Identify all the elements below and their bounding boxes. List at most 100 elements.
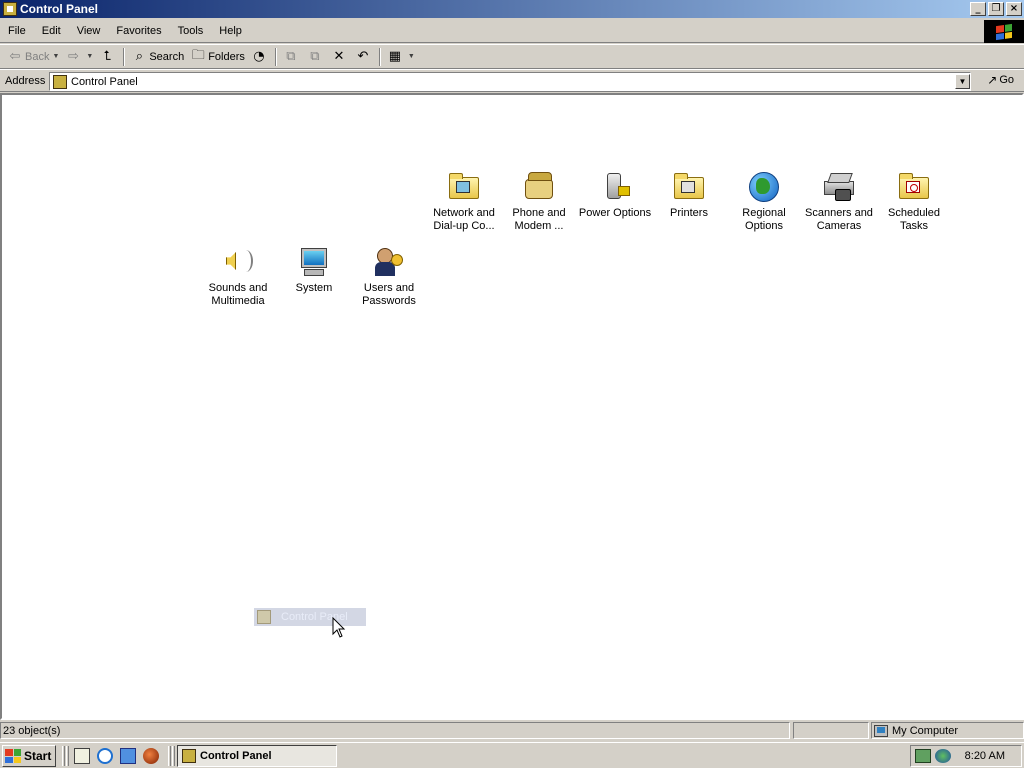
show-desktop-icon[interactable]	[74, 748, 90, 764]
item-sounds-multimedia[interactable]: Sounds and Multimedia	[200, 246, 276, 308]
back-dropdown-icon[interactable]: ▼	[52, 53, 59, 60]
outlook-express-icon[interactable]	[120, 748, 136, 764]
delete-button[interactable]: ✕	[328, 46, 352, 68]
delete-icon: ✕	[333, 49, 345, 64]
control-panel-icon	[182, 749, 196, 763]
item-phone-modem[interactable]: Phone and Modem ...	[501, 171, 577, 233]
printers-icon	[673, 171, 705, 203]
globe-icon	[748, 171, 780, 203]
scheduled-tasks-icon	[898, 171, 930, 203]
item-scheduled-tasks[interactable]: Scheduled Tasks	[876, 171, 952, 233]
item-label: Scanners and	[805, 207, 873, 219]
window-title: Control Panel	[20, 2, 99, 16]
windows-logo-icon	[5, 749, 21, 763]
views-button[interactable]: ▦ ▼	[384, 46, 418, 68]
item-system[interactable]: System	[276, 246, 352, 295]
search-button[interactable]: ⌕ Search	[128, 46, 187, 68]
back-arrow-icon: ⇦	[9, 49, 21, 64]
views-icon: ▦	[388, 49, 402, 64]
title-bar[interactable]: Control Panel _ ❐ ×	[0, 0, 1024, 18]
clock[interactable]: 8:20 AM	[965, 750, 1005, 762]
item-label: Users and	[363, 282, 415, 294]
menu-favorites[interactable]: Favorites	[108, 25, 169, 37]
control-panel-icon	[53, 74, 67, 89]
item-scanners-cameras[interactable]: Scanners and Cameras	[801, 171, 877, 233]
menu-edit[interactable]: Edit	[34, 25, 69, 37]
history-icon: ◔	[253, 49, 265, 64]
internet-explorer-icon[interactable]	[97, 748, 113, 764]
control-panel-icon	[257, 610, 271, 624]
menu-tools[interactable]: Tools	[170, 25, 212, 37]
item-network-dialup[interactable]: Network and Dial-up Co...	[426, 171, 502, 233]
back-label: Back	[25, 50, 50, 63]
folders-button[interactable]: 🗀 Folders	[187, 46, 248, 68]
status-object-count: 23 object(s)	[0, 722, 790, 739]
object-count: 23 object(s)	[3, 724, 61, 737]
item-label: Options	[745, 220, 783, 232]
status-panel-empty	[793, 722, 869, 739]
address-input[interactable]: Control Panel ▼	[49, 72, 971, 91]
move-to-button[interactable]: ⧉	[280, 46, 304, 68]
item-label: Network and	[433, 207, 495, 219]
restore-button[interactable]: ❐	[988, 2, 1004, 16]
minimize-button[interactable]: _	[970, 2, 986, 16]
address-bar: Address Control Panel ▼ ↗ Go	[0, 69, 1024, 92]
folders-icon: 🗀	[191, 47, 205, 63]
item-label: Passwords	[362, 295, 416, 307]
power-options-icon	[599, 171, 631, 203]
zone-label: My Computer	[892, 724, 959, 737]
menu-help[interactable]: Help	[211, 25, 250, 37]
forward-button[interactable]: ⇨ ▼	[62, 46, 96, 68]
windows-logo-icon	[984, 20, 1024, 43]
network-tray-icon[interactable]	[915, 749, 931, 763]
taskbar-grip[interactable]	[168, 746, 171, 766]
forward-dropdown-icon[interactable]: ▼	[86, 53, 93, 60]
menu-view[interactable]: View	[69, 25, 109, 37]
copy-to-button[interactable]: ⧉	[304, 46, 328, 68]
menu-file[interactable]: File	[0, 25, 34, 37]
item-label: Multimedia	[211, 295, 265, 307]
phone-modem-icon	[523, 171, 555, 203]
folder-view[interactable]: Network and Dial-up Co... Phone and Mode…	[0, 93, 1024, 720]
start-button[interactable]: Start	[2, 745, 56, 767]
item-label: Tasks	[899, 220, 929, 232]
item-label: Dial-up Co...	[433, 220, 495, 232]
item-label: Printers	[670, 207, 708, 219]
go-button[interactable]: ↗ Go	[987, 73, 1014, 87]
search-label: Search	[149, 50, 185, 63]
up-folder-icon: ⮤	[103, 49, 112, 64]
status-bar: 23 object(s) My Computer	[0, 721, 1024, 741]
item-label: Power Options	[578, 207, 652, 219]
item-power-options[interactable]: Power Options	[575, 171, 655, 220]
menu-bar: File Edit View Favorites Tools Help	[0, 20, 1024, 43]
scanner-camera-icon	[823, 171, 855, 203]
undo-button[interactable]: ↶	[352, 46, 376, 68]
start-label: Start	[24, 749, 52, 763]
history-button[interactable]: ◔	[248, 46, 272, 68]
back-button[interactable]: ⇦ Back ▼	[4, 46, 62, 68]
search-icon: ⌕	[135, 49, 143, 64]
standard-toolbar: ⇦ Back ▼ ⇨ ▼ ⮤ ⌕ Search 🗀 Folders ◔ ⧉ ⧉ …	[0, 44, 1024, 69]
taskbar-grip[interactable]	[62, 746, 65, 766]
control-panel-icon[interactable]	[3, 2, 17, 16]
mouse-cursor-icon	[332, 617, 346, 638]
update-tray-icon[interactable]	[935, 749, 951, 763]
item-regional-options[interactable]: Regional Options	[726, 171, 802, 233]
address-value[interactable]: Control Panel	[71, 76, 138, 88]
views-dropdown-icon[interactable]: ▼	[408, 53, 415, 60]
item-label: Sounds and	[208, 282, 268, 294]
task-label: Control Panel	[200, 750, 272, 762]
address-label: Address	[5, 74, 46, 87]
taskbar-button-control-panel[interactable]: Control Panel	[177, 745, 337, 767]
item-printers[interactable]: Printers	[651, 171, 727, 220]
undo-icon: ↶	[357, 49, 369, 64]
taskbar-grip[interactable]	[172, 746, 175, 766]
my-computer-icon	[874, 724, 888, 737]
system-tray: 8:20 AM	[910, 745, 1022, 767]
up-folder-button[interactable]: ⮤	[96, 46, 120, 68]
close-button[interactable]: ×	[1006, 2, 1022, 16]
item-users-passwords[interactable]: Users and Passwords	[351, 246, 427, 308]
address-dropdown-icon[interactable]: ▼	[955, 74, 970, 89]
media-player-icon[interactable]	[143, 748, 159, 764]
taskbar-grip[interactable]	[66, 746, 69, 766]
